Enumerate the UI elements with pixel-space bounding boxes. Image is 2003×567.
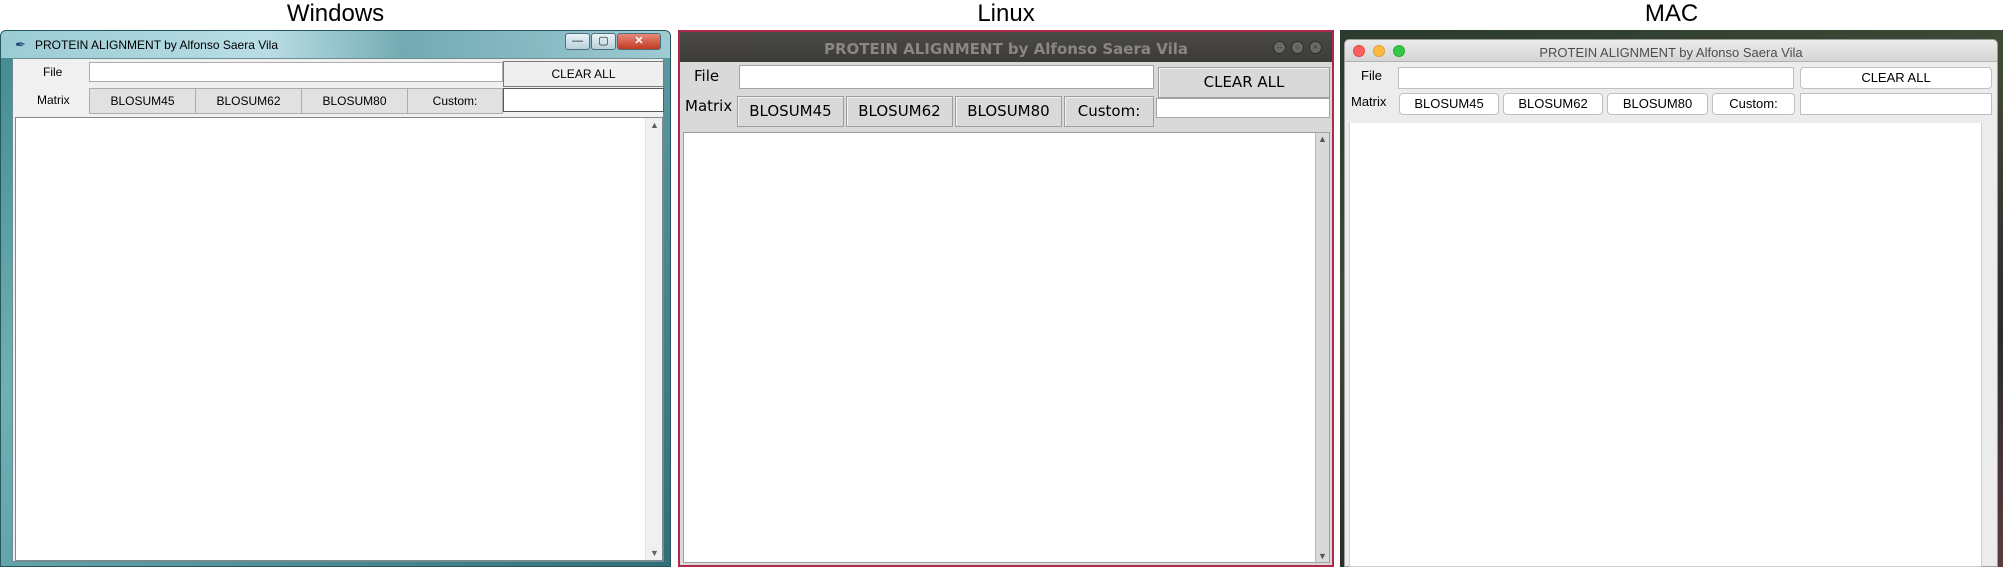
feather-icon: ✒	[15, 37, 26, 52]
minimize-button[interactable]: —	[565, 33, 590, 50]
window-title: PROTEIN ALIGNMENT by Alfonso Saera Vila	[824, 40, 1188, 58]
windows-app-window: ✒ PROTEIN ALIGNMENT by Alfonso Saera Vil…	[0, 30, 671, 567]
maximize-button[interactable]: ▫	[1291, 41, 1304, 54]
custom-matrix-button[interactable]: Custom:	[1064, 96, 1154, 127]
close-button[interactable]: ×	[1309, 41, 1322, 54]
output-text-area[interactable]: ▲ ▼	[683, 132, 1330, 563]
blosum62-button[interactable]: BLOSUM62	[846, 96, 953, 127]
mac-caption: MAC	[1644, 0, 1699, 27]
custom-matrix-button[interactable]: Custom:	[1712, 93, 1795, 115]
custom-matrix-input[interactable]	[1800, 93, 1992, 115]
file-label: File	[694, 67, 720, 85]
linux-titlebar[interactable]: PROTEIN ALIGNMENT by Alfonso Saera Vila …	[680, 32, 1332, 62]
matrix-label: Matrix	[37, 93, 70, 107]
mac-titlebar[interactable]: PROTEIN ALIGNMENT by Alfonso Saera Vila	[1345, 40, 1997, 62]
linux-app-window: PROTEIN ALIGNMENT by Alfonso Saera Vila …	[678, 30, 1334, 567]
blosum45-button[interactable]: BLOSUM45	[1399, 93, 1499, 115]
blosum45-button[interactable]: BLOSUM45	[737, 96, 844, 127]
scroll-down-icon[interactable]: ▼	[650, 548, 659, 558]
blosum80-button[interactable]: BLOSUM80	[955, 96, 1062, 127]
linux-caption: Linux	[977, 0, 1035, 27]
close-button[interactable]: ✕	[617, 33, 661, 50]
scroll-up-icon[interactable]: ▲	[650, 120, 659, 130]
blosum45-button[interactable]: BLOSUM45	[89, 88, 196, 114]
output-text-area[interactable]	[1349, 123, 1982, 567]
window-title: PROTEIN ALIGNMENT by Alfonso Saera Vila	[1539, 45, 1803, 60]
custom-matrix-button[interactable]: Custom:	[407, 88, 503, 114]
file-input[interactable]	[1398, 67, 1794, 89]
clear-all-button[interactable]: CLEAR ALL	[1800, 67, 1992, 89]
blosum80-button[interactable]: BLOSUM80	[1607, 93, 1708, 115]
file-input[interactable]	[89, 62, 503, 82]
blosum62-button[interactable]: BLOSUM62	[195, 88, 302, 114]
custom-matrix-input[interactable]	[503, 88, 664, 112]
file-label: File	[1361, 68, 1382, 83]
matrix-label: Matrix	[1351, 94, 1387, 109]
window-client-area: File CLEAR ALL Matrix BLOSUM45 BLOSUM62 …	[12, 58, 664, 562]
blosum80-button[interactable]: BLOSUM80	[301, 88, 408, 114]
clear-all-button[interactable]: CLEAR ALL	[503, 61, 664, 87]
blosum62-button[interactable]: BLOSUM62	[1503, 93, 1603, 115]
minimize-button[interactable]: –	[1273, 41, 1286, 54]
windows-caption: Windows	[286, 0, 385, 27]
vertical-scrollbar[interactable]: ▲ ▼	[645, 118, 662, 560]
scroll-down-icon[interactable]: ▼	[1318, 551, 1327, 561]
mac-app-window: PROTEIN ALIGNMENT by Alfonso Saera Vila …	[1340, 30, 2003, 567]
matrix-label: Matrix	[685, 97, 733, 115]
maximize-button[interactable]: ▢	[591, 33, 616, 50]
windows-titlebar[interactable]: ✒ PROTEIN ALIGNMENT by Alfonso Saera Vil…	[1, 31, 670, 58]
vertical-scrollbar[interactable]: ▲ ▼	[1315, 133, 1329, 562]
clear-all-button[interactable]: CLEAR ALL	[1158, 67, 1330, 98]
file-label: File	[43, 65, 63, 79]
scroll-up-icon[interactable]: ▲	[1318, 134, 1327, 144]
custom-matrix-input[interactable]	[1156, 98, 1330, 118]
mac-window-frame: PROTEIN ALIGNMENT by Alfonso Saera Vila …	[1344, 39, 1998, 567]
file-input[interactable]	[739, 65, 1154, 89]
output-text-area[interactable]: ▲ ▼	[15, 117, 663, 561]
window-title: PROTEIN ALIGNMENT by Alfonso Saera Vila	[35, 38, 278, 52]
